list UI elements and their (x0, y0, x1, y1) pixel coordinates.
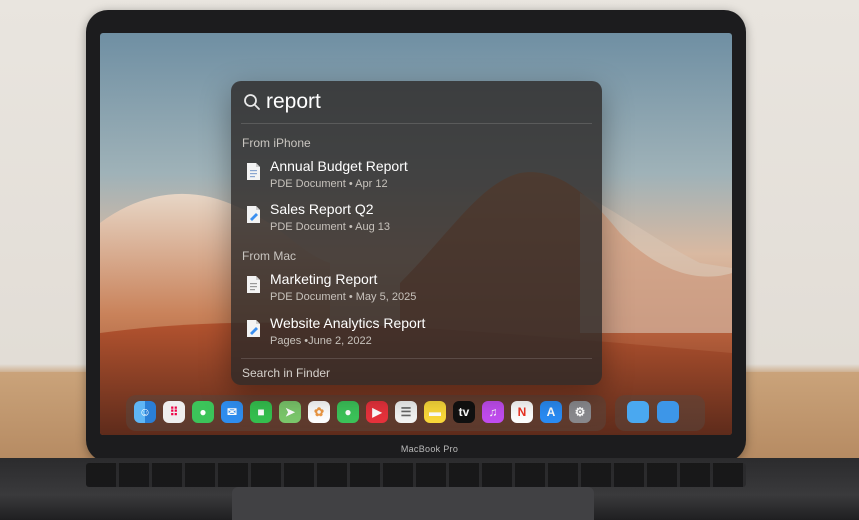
app-store-icon[interactable]: A (540, 401, 562, 423)
folder-icon[interactable] (627, 401, 649, 423)
facetime-video-icon[interactable]: ▶ (366, 401, 388, 423)
result-annual-budget-report[interactable]: Annual Budget Report PDE Document • Apr … (241, 158, 591, 196)
section-title-from-mac: From Mac (242, 249, 296, 263)
result-website-analytics-report[interactable]: Website Analytics Report Pages •June 2, … (241, 315, 591, 353)
news-icon[interactable]: N (511, 401, 533, 423)
photos-icon[interactable]: ✿ (308, 401, 330, 423)
mail-icon[interactable]: ✉ (221, 401, 243, 423)
system-settings-icon[interactable]: ⚙ (569, 401, 591, 423)
section-title-from-iphone: From iPhone (242, 136, 311, 150)
result-subtitle: PDE Document • Apr 12 (270, 178, 388, 190)
result-sales-report-q2[interactable]: Sales Report Q2 PDE Document • Aug 13 (241, 201, 591, 239)
trackpad (232, 487, 594, 520)
document-icon (247, 276, 260, 293)
messages-icon[interactable]: ● (337, 401, 359, 423)
apple-tv-icon[interactable]: tv (453, 401, 475, 423)
notes-icon[interactable]: ▬ (424, 401, 446, 423)
reminders-icon[interactable]: ☰ (395, 401, 417, 423)
pages-document-icon (247, 206, 260, 223)
document-icon (247, 163, 260, 180)
result-subtitle: PDE Document • May 5, 2025 (270, 291, 417, 303)
result-title: Sales Report Q2 (270, 201, 374, 217)
result-title: Website Analytics Report (270, 315, 426, 331)
result-subtitle: PDE Document • Aug 13 (270, 221, 391, 233)
result-marketing-report[interactable]: Marketing Report PDE Document • May 5, 2… (241, 271, 591, 309)
result-title: Marketing Report (270, 271, 378, 287)
music-icon[interactable]: ♫ (482, 401, 504, 423)
maps-icon[interactable]: ➤ (279, 401, 301, 423)
keyboard (86, 463, 746, 487)
search-icon (244, 94, 260, 110)
model-label: MacBook Pro (400, 444, 459, 454)
downloads-folder-icon[interactable] (657, 401, 679, 423)
launchpad-icon[interactable]: ⠿ (163, 401, 185, 423)
result-subtitle: Pages •June 2, 2022 (270, 335, 372, 347)
messages-icon[interactable]: ● (192, 401, 214, 423)
spotlight-panel: From iPhone Annual Budget Report PDE Doc… (231, 81, 602, 385)
spotlight-search-input[interactable] (266, 88, 576, 116)
facetime-icon[interactable]: ■ (250, 401, 272, 423)
spotlight-search-row (231, 81, 602, 123)
divider (241, 123, 592, 124)
result-title: Annual Budget Report (270, 158, 408, 174)
divider (241, 358, 592, 359)
dock-folders (615, 395, 705, 431)
finder-icon[interactable]: ☺ (134, 401, 156, 423)
search-in-finder-link[interactable]: Search in Finder (242, 366, 330, 380)
pages-document-icon (247, 320, 260, 337)
dock: ☺ ⠿ ● ✉ ■ ➤ ✿ ● ▶ ☰ ▬ tv ♫ N A ⚙ (126, 395, 606, 431)
